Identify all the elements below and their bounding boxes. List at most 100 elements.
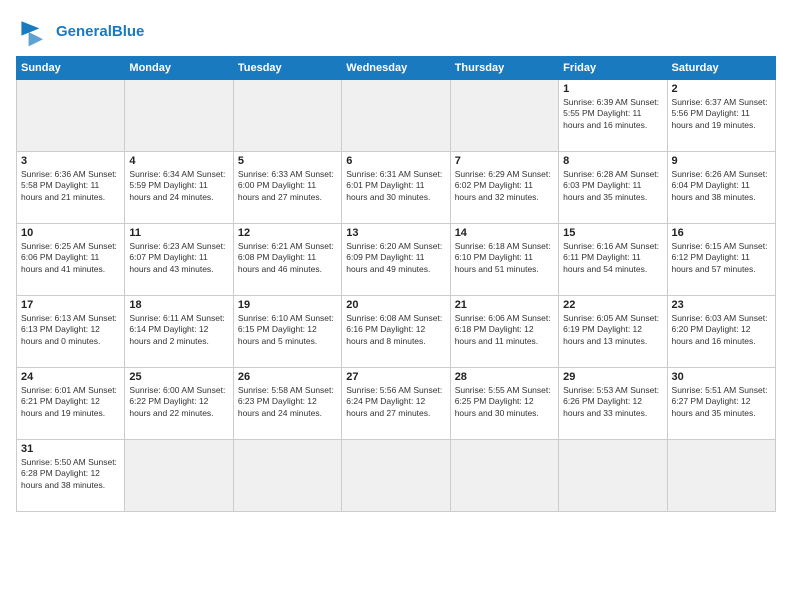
day-number: 9	[672, 155, 771, 167]
day-number: 5	[238, 155, 337, 167]
calendar-cell: 7 Sunrise: 6:29 AM Sunset: 6:02 PM Daylig…	[450, 152, 558, 224]
day-info: Sunrise: 6:00 AM Sunset: 6:22 PM Dayligh…	[129, 385, 228, 419]
calendar-cell: 20Sunrise: 6:08 AM Sunset: 6:16 PM Dayli…	[342, 296, 450, 368]
day-info: Sunrise: 6:15 AM Sunset: 6:12 PM Dayligh…	[672, 241, 771, 275]
calendar-cell	[342, 80, 450, 152]
day-info: Sunrise: 5:58 AM Sunset: 6:23 PM Dayligh…	[238, 385, 337, 419]
calendar-cell	[559, 440, 667, 512]
logo-text: GeneralBlue	[56, 24, 144, 41]
day-number: 29	[563, 371, 662, 383]
day-info: Sunrise: 6:05 AM Sunset: 6:19 PM Dayligh…	[563, 313, 662, 347]
day-number: 17	[21, 299, 120, 311]
calendar-cell: 13Sunrise: 6:20 AM Sunset: 6:09 PM Dayli…	[342, 224, 450, 296]
calendar-cell: 21 Sunrise: 6:06 AM Sunset: 6:18 PM Dayli…	[450, 296, 558, 368]
day-number: 14	[455, 227, 554, 239]
day-number: 4	[129, 155, 228, 167]
calendar-cell: 25Sunrise: 6:00 AM Sunset: 6:22 PM Dayli…	[125, 368, 233, 440]
week-row-2: 3Sunrise: 6:36 AM Sunset: 5:58 PM Daylig…	[17, 152, 776, 224]
day-info: Sunrise: 6:03 AM Sunset: 6:20 PM Dayligh…	[672, 313, 771, 347]
day-info: Sunrise: 6:31 AM Sunset: 6:01 PM Dayligh…	[346, 169, 445, 203]
day-number: 11	[129, 227, 228, 239]
day-number: 7	[455, 155, 554, 167]
week-row-5: 24 Sunrise: 6:01 AM Sunset: 6:21 PM Dayli…	[17, 368, 776, 440]
weekday-header-friday: Friday	[559, 57, 667, 80]
day-number: 6	[346, 155, 445, 167]
week-row-3: 10Sunrise: 6:25 AM Sunset: 6:06 PM Dayli…	[17, 224, 776, 296]
day-info: Sunrise: 6:28 AM Sunset: 6:03 PM Dayligh…	[563, 169, 662, 203]
calendar-cell	[17, 80, 125, 152]
calendar-cell: 6 Sunrise: 6:31 AM Sunset: 6:01 PM Daylig…	[342, 152, 450, 224]
calendar-cell	[125, 80, 233, 152]
week-row-1: 1Sunrise: 6:39 AM Sunset: 5:55 PM Daylig…	[17, 80, 776, 152]
calendar-cell: 27Sunrise: 5:56 AM Sunset: 6:24 PM Dayli…	[342, 368, 450, 440]
day-number: 8	[563, 155, 662, 167]
weekday-header-monday: Monday	[125, 57, 233, 80]
day-info: Sunrise: 5:50 AM Sunset: 6:28 PM Dayligh…	[21, 457, 120, 491]
week-row-6: 31 Sunrise: 5:50 AM Sunset: 6:28 PM Dayli…	[17, 440, 776, 512]
calendar-cell: 16 Sunrise: 6:15 AM Sunset: 6:12 PM Dayli…	[667, 224, 775, 296]
day-info: Sunrise: 6:37 AM Sunset: 5:56 PM Dayligh…	[672, 97, 771, 131]
calendar-cell	[233, 440, 341, 512]
logo: GeneralBlue	[16, 14, 144, 50]
day-number: 26	[238, 371, 337, 383]
day-number: 24	[21, 371, 120, 383]
day-info: Sunrise: 6:18 AM Sunset: 6:10 PM Dayligh…	[455, 241, 554, 275]
logo-blue: Blue	[112, 23, 145, 40]
calendar-cell: 19 Sunrise: 6:10 AM Sunset: 6:15 PM Dayli…	[233, 296, 341, 368]
calendar-cell: 9 Sunrise: 6:26 AM Sunset: 6:04 PM Daylig…	[667, 152, 775, 224]
calendar-cell: 30 Sunrise: 5:51 AM Sunset: 6:27 PM Dayli…	[667, 368, 775, 440]
calendar-cell: 2 Sunrise: 6:37 AM Sunset: 5:56 PM Daylig…	[667, 80, 775, 152]
day-info: Sunrise: 5:53 AM Sunset: 6:26 PM Dayligh…	[563, 385, 662, 419]
day-info: Sunrise: 5:51 AM Sunset: 6:27 PM Dayligh…	[672, 385, 771, 419]
day-info: Sunrise: 6:23 AM Sunset: 6:07 PM Dayligh…	[129, 241, 228, 275]
calendar-cell: 15 Sunrise: 6:16 AM Sunset: 6:11 PM Dayli…	[559, 224, 667, 296]
calendar-cell	[233, 80, 341, 152]
calendar: SundayMondayTuesdayWednesdayThursdayFrid…	[16, 56, 776, 512]
calendar-cell: 5 Sunrise: 6:33 AM Sunset: 6:00 PM Daylig…	[233, 152, 341, 224]
logo-general: General	[56, 23, 112, 40]
day-info: Sunrise: 6:06 AM Sunset: 6:18 PM Dayligh…	[455, 313, 554, 347]
day-info: Sunrise: 6:21 AM Sunset: 6:08 PM Dayligh…	[238, 241, 337, 275]
calendar-cell: 23Sunrise: 6:03 AM Sunset: 6:20 PM Dayli…	[667, 296, 775, 368]
day-info: Sunrise: 6:16 AM Sunset: 6:11 PM Dayligh…	[563, 241, 662, 275]
calendar-cell: 10Sunrise: 6:25 AM Sunset: 6:06 PM Dayli…	[17, 224, 125, 296]
calendar-cell: 29 Sunrise: 5:53 AM Sunset: 6:26 PM Dayli…	[559, 368, 667, 440]
day-info: Sunrise: 6:33 AM Sunset: 6:00 PM Dayligh…	[238, 169, 337, 203]
day-info: Sunrise: 6:25 AM Sunset: 6:06 PM Dayligh…	[21, 241, 120, 275]
day-info: Sunrise: 6:36 AM Sunset: 5:58 PM Dayligh…	[21, 169, 120, 203]
day-info: Sunrise: 6:26 AM Sunset: 6:04 PM Dayligh…	[672, 169, 771, 203]
day-number: 30	[672, 371, 771, 383]
calendar-cell: 28 Sunrise: 5:55 AM Sunset: 6:25 PM Dayli…	[450, 368, 558, 440]
day-number: 16	[672, 227, 771, 239]
day-number: 12	[238, 227, 337, 239]
calendar-cell: 22Sunrise: 6:05 AM Sunset: 6:19 PM Dayli…	[559, 296, 667, 368]
day-number: 19	[238, 299, 337, 311]
day-number: 2	[672, 83, 771, 95]
day-number: 21	[455, 299, 554, 311]
day-info: Sunrise: 5:55 AM Sunset: 6:25 PM Dayligh…	[455, 385, 554, 419]
day-info: Sunrise: 6:10 AM Sunset: 6:15 PM Dayligh…	[238, 313, 337, 347]
calendar-cell: 17Sunrise: 6:13 AM Sunset: 6:13 PM Dayli…	[17, 296, 125, 368]
calendar-cell: 1Sunrise: 6:39 AM Sunset: 5:55 PM Daylig…	[559, 80, 667, 152]
calendar-cell	[667, 440, 775, 512]
day-number: 27	[346, 371, 445, 383]
weekday-header-saturday: Saturday	[667, 57, 775, 80]
weekday-header-sunday: Sunday	[17, 57, 125, 80]
day-number: 1	[563, 83, 662, 95]
weekday-header-wednesday: Wednesday	[342, 57, 450, 80]
calendar-cell: 11 Sunrise: 6:23 AM Sunset: 6:07 PM Dayli…	[125, 224, 233, 296]
day-number: 28	[455, 371, 554, 383]
calendar-cell: 12 Sunrise: 6:21 AM Sunset: 6:08 PM Dayli…	[233, 224, 341, 296]
day-info: Sunrise: 6:29 AM Sunset: 6:02 PM Dayligh…	[455, 169, 554, 203]
calendar-cell: 26 Sunrise: 5:58 AM Sunset: 6:23 PM Dayli…	[233, 368, 341, 440]
calendar-cell	[125, 440, 233, 512]
day-number: 31	[21, 443, 120, 455]
calendar-cell	[450, 440, 558, 512]
day-number: 18	[129, 299, 228, 311]
day-info: Sunrise: 6:01 AM Sunset: 6:21 PM Dayligh…	[21, 385, 120, 419]
calendar-cell: 14 Sunrise: 6:18 AM Sunset: 6:10 PM Dayli…	[450, 224, 558, 296]
week-row-4: 17Sunrise: 6:13 AM Sunset: 6:13 PM Dayli…	[17, 296, 776, 368]
calendar-cell: 8 Sunrise: 6:28 AM Sunset: 6:03 PM Daylig…	[559, 152, 667, 224]
day-number: 15	[563, 227, 662, 239]
calendar-cell	[342, 440, 450, 512]
